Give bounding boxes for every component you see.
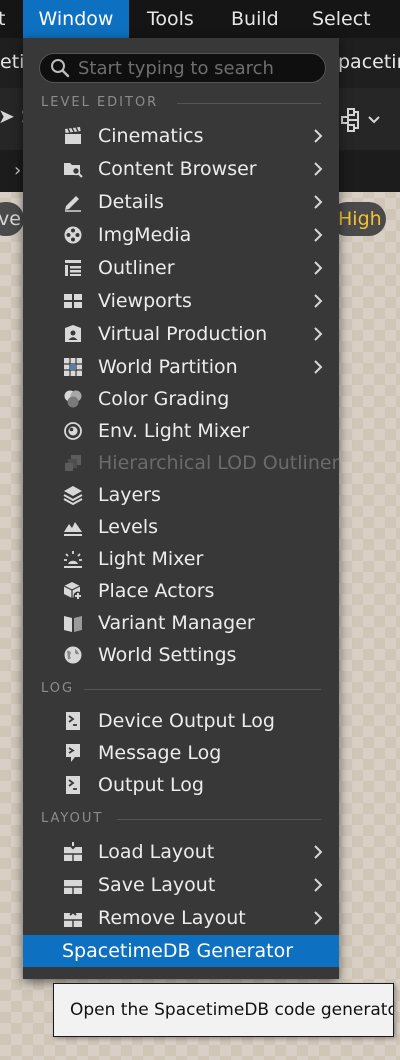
chevron-right-icon	[314, 162, 323, 176]
menu-item-virtual-production[interactable]: Virtual Production	[23, 318, 339, 350]
chevron-right-icon	[314, 878, 323, 892]
menu-item-place-actors[interactable]: Place Actors	[23, 575, 339, 607]
tooltip-text: Open the SpacetimeDB code generator.	[70, 1000, 394, 1020]
variant-manager-icon	[64, 616, 82, 632]
menu-item-load-layout[interactable]: Load Layout	[23, 836, 339, 868]
main-menu-bar: t Window Tools Build Select	[0, 0, 400, 38]
chevron-right-icon[interactable]: ›	[14, 160, 21, 181]
chevron-right-icon	[314, 911, 323, 925]
blueprint-button[interactable]	[338, 106, 386, 134]
menu-item-output-log[interactable]: Output Log	[23, 769, 339, 801]
chevron-right-icon	[314, 228, 323, 242]
menu-item-build[interactable]: Build	[231, 0, 279, 38]
message-log-icon	[66, 744, 80, 762]
menu-item-light-mixer[interactable]: Light Mixer	[23, 543, 339, 575]
menu-item-world-partition[interactable]: World Partition	[23, 351, 339, 383]
hlod-icon	[65, 455, 81, 471]
menu-item-color-grading[interactable]: Color Grading	[23, 383, 339, 415]
menu-item-imgmedia[interactable]: ImgMedia	[23, 219, 339, 251]
menu-item-save-layout[interactable]: Save Layout	[23, 869, 339, 901]
menu-search-box[interactable]	[39, 53, 326, 83]
globe-icon	[64, 646, 82, 664]
section-divider	[84, 689, 321, 690]
virtual-production-icon	[65, 325, 81, 342]
chevron-right-icon	[314, 261, 323, 275]
viewport-pill-left[interactable]: ve	[0, 202, 24, 236]
section-header-layout: LAYOUT	[41, 810, 321, 828]
load-layout-icon	[64, 842, 82, 861]
viewports-grid-icon	[64, 294, 82, 308]
menu-item-content-browser[interactable]: Content Browser	[23, 153, 339, 185]
menu-item-levels[interactable]: Levels	[23, 511, 339, 543]
menu-item-details[interactable]: Details	[23, 186, 339, 218]
menu-item-spacetimedb-generator[interactable]: SpacetimeDB Generator	[23, 935, 339, 967]
section-divider	[117, 819, 321, 820]
menu-item-tools[interactable]: Tools	[147, 0, 194, 38]
chevron-right-icon	[314, 129, 323, 143]
chevron-right-icon	[314, 845, 323, 859]
menu-item-cinematics[interactable]: Cinematics	[23, 120, 339, 152]
search-icon	[51, 59, 70, 78]
menu-item-message-log[interactable]: Message Log	[23, 737, 339, 769]
menu-item-variant-manager[interactable]: Variant Manager	[23, 607, 339, 639]
terminal-icon	[66, 712, 80, 730]
menu-item-hierarchical-lod-outliner: Hierarchical LOD Outliner	[23, 447, 339, 479]
section-header-level-editor: LEVEL EDITOR	[41, 94, 321, 112]
chevron-right-icon	[314, 195, 323, 209]
menu-item-select[interactable]: Select	[312, 0, 371, 38]
blueprint-icon	[341, 108, 359, 132]
place-actors-icon	[63, 582, 83, 601]
menu-item-world-settings[interactable]: World Settings	[23, 639, 339, 671]
cursor-icon: ➤	[0, 104, 15, 128]
section-header-log: LOG	[41, 680, 321, 698]
menu-item-outliner[interactable]: Outliner	[23, 252, 339, 284]
terminal-icon	[66, 776, 80, 794]
color-grading-icon	[64, 390, 82, 408]
chevron-right-icon	[314, 327, 323, 341]
menu-item-env-light-mixer[interactable]: Env. Light Mixer	[23, 415, 339, 447]
layers-icon	[63, 486, 83, 505]
chevron-right-icon	[314, 294, 323, 308]
menu-item-layers[interactable]: Layers	[23, 479, 339, 511]
section-divider	[177, 103, 321, 104]
levels-icon	[64, 522, 82, 536]
chevron-down-icon	[368, 116, 380, 124]
pencil-icon	[65, 196, 81, 212]
menu-item-remove-layout[interactable]: Remove Layout	[23, 902, 339, 934]
light-bulb-icon	[64, 551, 82, 568]
spacetime-tab-label[interactable]: pacetim	[338, 51, 400, 73]
search-input[interactable]	[78, 54, 318, 82]
window-dropdown-menu: LEVEL EDITOR Cinematics Content Browser …	[23, 38, 339, 979]
tooltip: Open the SpacetimeDB code generator.	[53, 983, 394, 1037]
menu-item-viewports[interactable]: Viewports	[23, 285, 339, 317]
outliner-list-icon	[65, 260, 81, 276]
save-layout-icon	[64, 876, 82, 894]
remove-layout-icon	[64, 908, 82, 927]
folder-search-icon	[64, 163, 83, 178]
chevron-right-icon	[314, 360, 323, 374]
clapperboard-icon	[65, 127, 81, 144]
world-partition-icon	[64, 358, 82, 376]
menu-item-device-output-log[interactable]: Device Output Log	[23, 705, 339, 737]
menu-item-window[interactable]: Window	[23, 0, 129, 38]
env-light-mixer-icon	[64, 422, 82, 440]
film-reel-icon	[64, 226, 82, 244]
menu-item-partial[interactable]: t	[0, 0, 5, 38]
